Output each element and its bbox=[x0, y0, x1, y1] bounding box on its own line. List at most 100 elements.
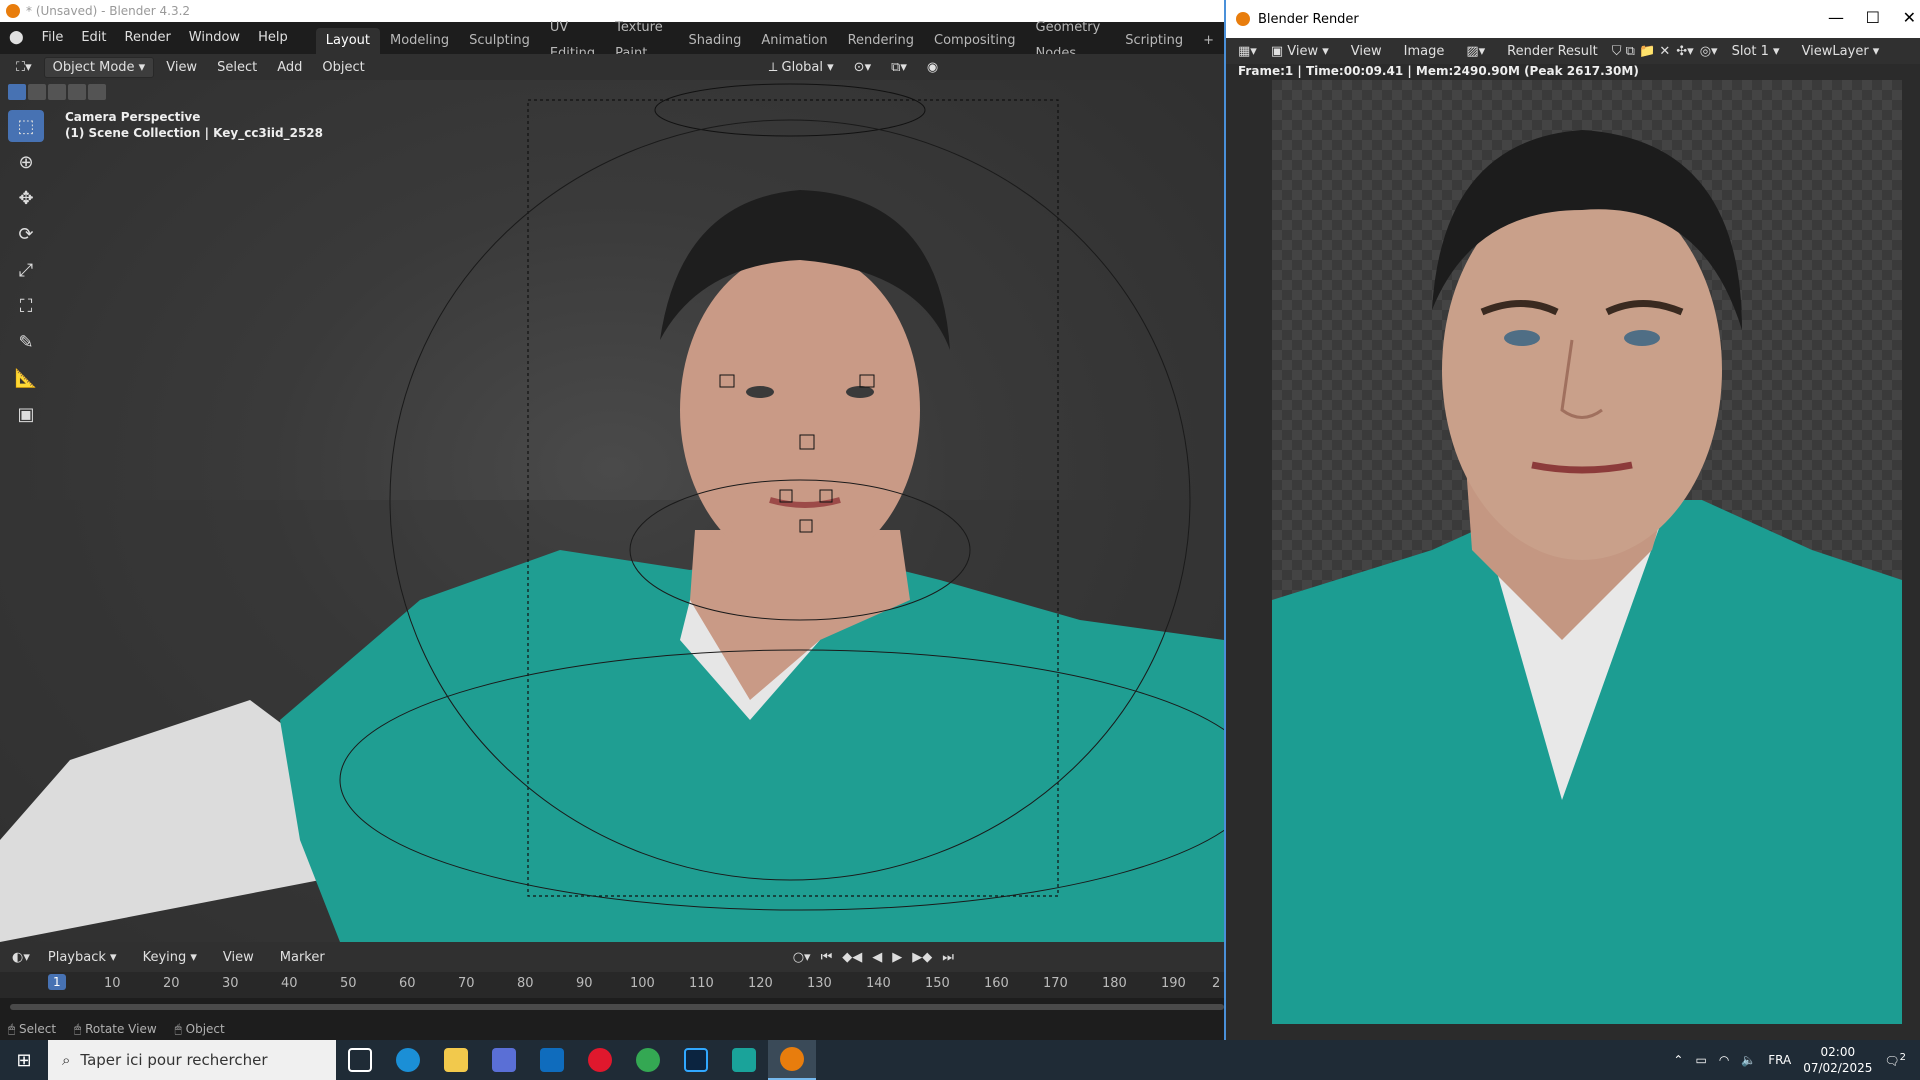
timeline-ruler[interactable]: 1 10 20 30 40 50 60 70 80 90 100 110 120… bbox=[0, 972, 1224, 998]
jump-end-icon[interactable]: ⏭ bbox=[942, 950, 954, 965]
menu-file[interactable]: File bbox=[33, 22, 73, 54]
network-icon[interactable]: ◠ bbox=[1719, 1053, 1729, 1067]
timeline-header: ◐▾ Playback ▾ Keying ▾ View Marker ○▾ ⏮ … bbox=[0, 942, 1224, 972]
marker-menu[interactable]: Marker bbox=[272, 948, 333, 967]
keying-menu[interactable]: Keying ▾ bbox=[135, 948, 205, 967]
jump-key-back-icon[interactable]: ◆◀ bbox=[842, 950, 862, 965]
3d-viewport[interactable]: Camera Perspective (1) Scene Collection … bbox=[0, 80, 1224, 942]
add-workspace-button[interactable]: + bbox=[1193, 28, 1224, 54]
windows-start-icon[interactable]: ⊞ bbox=[0, 1040, 48, 1080]
menu-render[interactable]: Render bbox=[116, 22, 180, 54]
rotate-tool-icon[interactable]: ⟳ bbox=[8, 218, 44, 250]
tab-rendering[interactable]: Rendering bbox=[838, 28, 924, 54]
autokey-icon[interactable]: ○▾ bbox=[793, 950, 811, 965]
view-menu[interactable]: View bbox=[158, 58, 205, 77]
maximize-icon[interactable]: ☐ bbox=[1866, 8, 1880, 27]
tab-modeling[interactable]: Modeling bbox=[380, 28, 459, 54]
task-view-icon[interactable] bbox=[336, 1040, 384, 1080]
render-window: Blender Render — ☐ ✕ ▦▾ ▣ View ▾ View Im… bbox=[1224, 0, 1920, 1040]
store-icon[interactable] bbox=[480, 1040, 528, 1080]
jump-start-icon[interactable]: ⏮ bbox=[821, 950, 833, 965]
pivot-icon[interactable]: ⊙▾ bbox=[846, 58, 879, 77]
close-icon[interactable]: ✕ bbox=[1903, 8, 1916, 27]
scale-tool-icon[interactable]: ⤢ bbox=[8, 254, 44, 286]
top-bar: ⬤ File Edit Render Window Help Layout Mo… bbox=[0, 20, 1224, 61]
cursor-tool-icon[interactable]: ⊕ bbox=[8, 146, 44, 178]
playback-menu[interactable]: Playback ▾ bbox=[40, 948, 125, 967]
file-explorer-icon[interactable] bbox=[432, 1040, 480, 1080]
blender-taskbar-icon[interactable] bbox=[768, 1040, 816, 1080]
tab-scripting[interactable]: Scripting bbox=[1115, 28, 1193, 54]
current-frame-indicator[interactable]: 1 bbox=[48, 974, 66, 990]
character-scene bbox=[0, 83, 1224, 942]
image-actions-icon[interactable]: ⛉ ⧉ 📁 ✕ bbox=[1612, 44, 1671, 59]
play-reverse-icon[interactable]: ◀ bbox=[872, 950, 882, 965]
render-result-name[interactable]: Render Result bbox=[1499, 42, 1606, 61]
add-cube-tool-icon[interactable]: ▣ bbox=[8, 398, 44, 430]
overlay-icon[interactable]: ◎▾ bbox=[1700, 44, 1718, 59]
add-menu[interactable]: Add bbox=[269, 58, 310, 77]
render-view-menu[interactable]: View bbox=[1343, 42, 1390, 61]
menu-edit[interactable]: Edit bbox=[72, 22, 115, 54]
tab-animation[interactable]: Animation bbox=[751, 28, 837, 54]
render-title-bar: Blender Render — ☐ ✕ bbox=[1226, 0, 1920, 38]
menu-help[interactable]: Help bbox=[249, 22, 297, 54]
device-icon[interactable]: ▭ bbox=[1695, 1053, 1706, 1067]
select-menu[interactable]: Select bbox=[209, 58, 265, 77]
image-editor-type-icon[interactable]: ▦▾ bbox=[1238, 44, 1257, 59]
photoshop-icon[interactable] bbox=[672, 1040, 720, 1080]
tick-label: 10 bbox=[104, 976, 121, 991]
object-menu[interactable]: Object bbox=[314, 58, 372, 77]
tab-shading[interactable]: Shading bbox=[679, 28, 752, 54]
slot-select[interactable]: Slot 1 ▾ bbox=[1724, 42, 1788, 61]
image-editor-header: ▦▾ ▣ View ▾ View Image ▨▾ Render Result … bbox=[1226, 38, 1920, 64]
measure-tool-icon[interactable]: 📐 bbox=[8, 362, 44, 394]
transform-tool-icon[interactable]: ⛶ bbox=[8, 290, 44, 322]
chrome-icon[interactable] bbox=[624, 1040, 672, 1080]
mode-select[interactable]: Object Mode ▾ bbox=[43, 56, 155, 78]
timeline-editor: ◐▾ Playback ▾ Keying ▾ View Marker ○▾ ⏮ … bbox=[0, 942, 1224, 1028]
gizmo-icon[interactable]: ✣▾ bbox=[1676, 44, 1693, 59]
window-title: * (Unsaved) - Blender 4.3.2 bbox=[26, 4, 191, 18]
snap-icon[interactable]: ⧉▾ bbox=[883, 58, 915, 77]
opera-icon[interactable] bbox=[576, 1040, 624, 1080]
jump-key-forward-icon[interactable]: ▶◆ bbox=[912, 950, 932, 965]
annotate-tool-icon[interactable]: ✎ bbox=[8, 326, 44, 358]
play-icon[interactable]: ▶ bbox=[892, 950, 902, 965]
orientation-select[interactable]: ⟂ Global ▾ bbox=[761, 58, 842, 77]
edge-icon[interactable] bbox=[384, 1040, 432, 1080]
notification-icon[interactable]: 🗨2 bbox=[1884, 1052, 1906, 1068]
tick-label: 2 bbox=[1212, 976, 1221, 991]
image-browse-icon[interactable]: ▨▾ bbox=[1458, 42, 1493, 61]
timeline-editor-icon[interactable]: ◐▾ bbox=[12, 950, 30, 965]
tick-label: 30 bbox=[222, 976, 239, 991]
timeline-view-menu[interactable]: View bbox=[215, 948, 262, 967]
system-tray: ⌃ ▭ ◠ 🔈 FRA 02:00 07/02/2025 🗨2 bbox=[1673, 1040, 1920, 1080]
clock[interactable]: 02:00 07/02/2025 bbox=[1803, 1044, 1872, 1076]
select-box-tool-icon[interactable]: ⬚ bbox=[8, 110, 44, 142]
viewlayer-select[interactable]: ViewLayer ▾ bbox=[1794, 42, 1888, 61]
outlook-icon[interactable] bbox=[528, 1040, 576, 1080]
tool-shelf: ⬚ ⊕ ✥ ⟳ ⤢ ⛶ ✎ 📐 ▣ bbox=[8, 110, 48, 430]
tick-label: 40 bbox=[281, 976, 298, 991]
m-app-icon[interactable] bbox=[720, 1040, 768, 1080]
minimize-icon[interactable]: — bbox=[1828, 8, 1844, 27]
move-tool-icon[interactable]: ✥ bbox=[8, 182, 44, 214]
proportional-icon[interactable]: ◉ bbox=[919, 58, 946, 77]
render-image[interactable] bbox=[1272, 80, 1902, 1024]
render-image-menu[interactable]: Image bbox=[1396, 42, 1453, 61]
chevron-up-icon[interactable]: ⌃ bbox=[1673, 1053, 1683, 1067]
tab-layout[interactable]: Layout bbox=[315, 28, 380, 54]
menu-window[interactable]: Window bbox=[180, 22, 249, 54]
tab-compositing[interactable]: Compositing bbox=[924, 28, 1026, 54]
status-rotate: 🖱 Rotate View bbox=[74, 1021, 157, 1036]
blender-menu-icon[interactable]: ⬤ bbox=[0, 22, 33, 54]
blender-window: * (Unsaved) - Blender 4.3.2 ⬤ File Edit … bbox=[0, 0, 1224, 1040]
view-mode-select[interactable]: ▣ View ▾ bbox=[1263, 42, 1337, 61]
taskbar-search[interactable]: ⌕ Taper ici pour rechercher bbox=[48, 1040, 336, 1080]
language-indicator[interactable]: FRA bbox=[1768, 1053, 1791, 1067]
editor-type-icon[interactable]: ⛶▾ bbox=[8, 58, 40, 77]
tab-sculpting[interactable]: Sculpting bbox=[459, 28, 540, 54]
volume-icon[interactable]: 🔈 bbox=[1741, 1053, 1756, 1067]
timeline-scrollbar[interactable] bbox=[10, 1004, 1224, 1010]
